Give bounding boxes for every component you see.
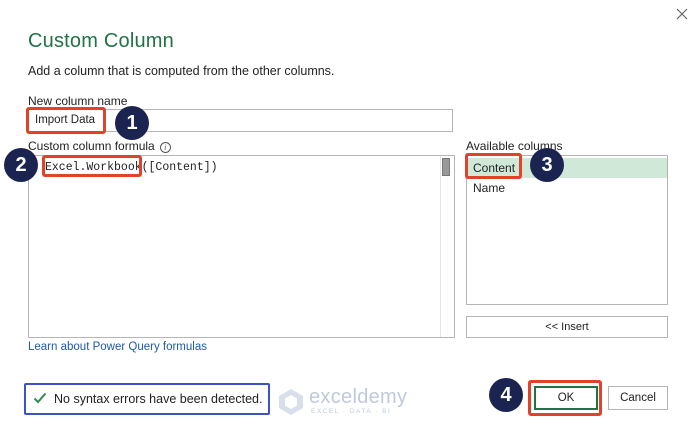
dialog-title: Custom Column — [28, 30, 174, 52]
formula-text: Excel.Workbook([Content]) — [45, 161, 218, 174]
available-column-name[interactable]: Name — [467, 178, 667, 198]
formula-scrollbar[interactable] — [440, 156, 452, 337]
info-icon[interactable]: i — [159, 142, 171, 153]
formula-function: Excel.Workbook — [45, 161, 142, 174]
exceldemy-logo-icon — [277, 388, 305, 416]
ok-button[interactable]: OK — [534, 386, 598, 410]
formula-editor[interactable]: Excel.Workbook([Content]) — [28, 155, 455, 338]
watermark-tagline: EXCEL · DATA · BI — [311, 408, 392, 415]
formula-label: Custom column formula i — [28, 139, 171, 153]
watermark-name: exceldemy — [309, 386, 408, 408]
formula-scroll-thumb[interactable] — [442, 158, 450, 176]
close-icon[interactable] — [673, 5, 691, 23]
new-column-name-label: New column name — [28, 94, 128, 108]
syntax-status: No syntax errors have been detected. — [24, 383, 270, 415]
exceldemy-watermark: exceldemy EXCEL · DATA · BI — [277, 386, 427, 420]
step-badge-4: 4 — [489, 378, 523, 412]
check-icon — [33, 391, 47, 405]
new-column-name-input[interactable]: Import Data — [28, 109, 453, 132]
available-columns-list[interactable]: Content Name — [466, 155, 668, 305]
available-column-content[interactable]: Content — [467, 158, 667, 178]
step-badge-1: 1 — [115, 106, 149, 140]
syntax-status-text: No syntax errors have been detected. — [54, 392, 263, 406]
step-badge-2: 2 — [4, 148, 38, 182]
step-badge-3: 3 — [530, 148, 564, 182]
formula-args: ([Content]) — [141, 161, 218, 174]
insert-button[interactable]: << Insert — [466, 316, 668, 338]
formula-label-text: Custom column formula — [28, 139, 155, 153]
cancel-button[interactable]: Cancel — [608, 386, 668, 410]
learn-power-query-link[interactable]: Learn about Power Query formulas — [28, 341, 207, 353]
dialog-subtitle: Add a column that is computed from the o… — [28, 64, 335, 78]
